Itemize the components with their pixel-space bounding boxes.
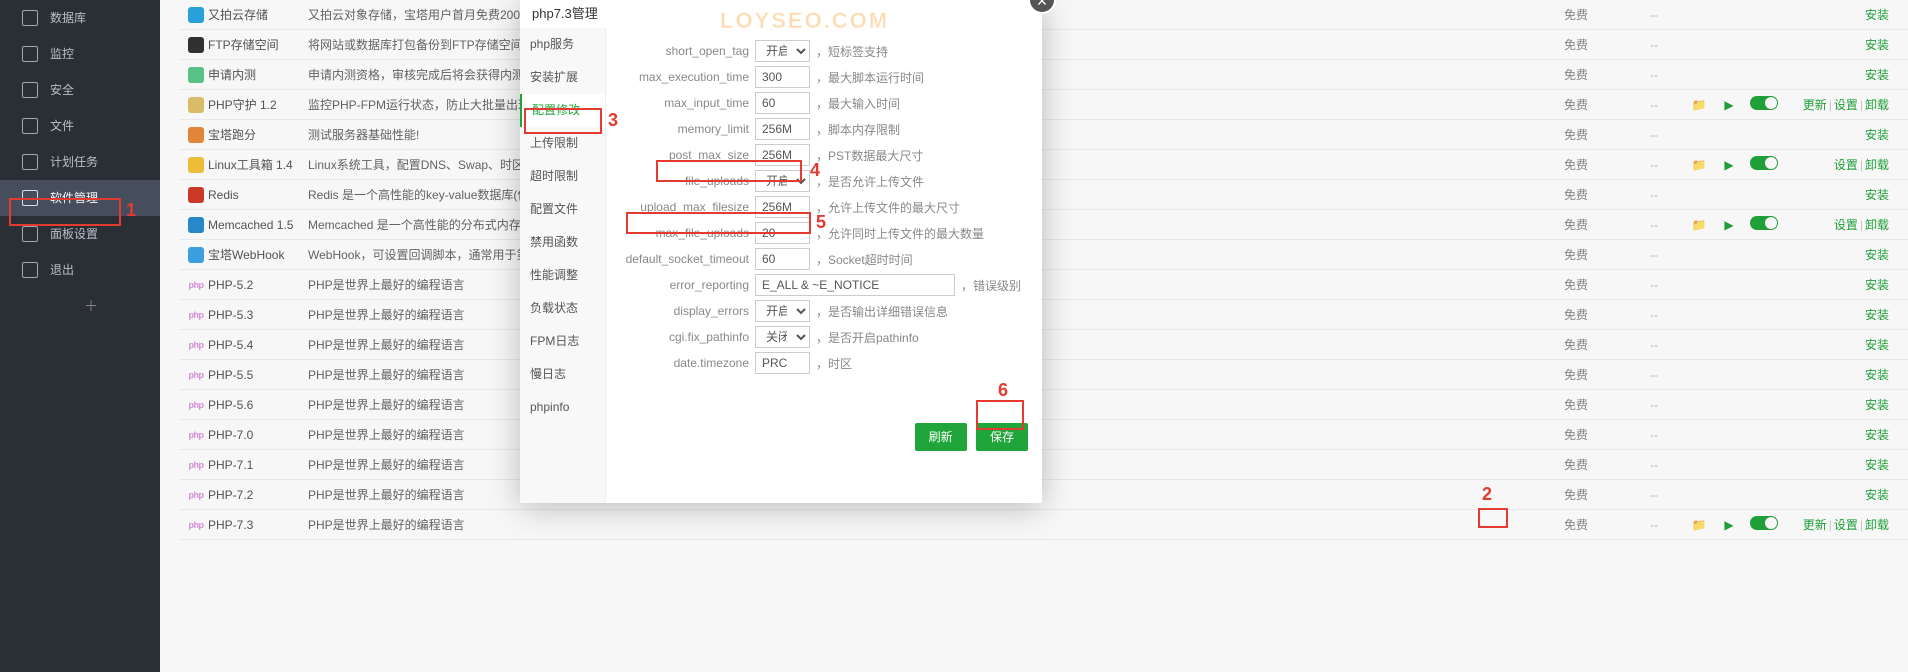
anno-6: 6 bbox=[998, 380, 1008, 401]
form-label: max_execution_time bbox=[620, 70, 755, 84]
form-hint: ，PST数据最大尺寸 bbox=[816, 147, 923, 164]
input-max_file_uploads[interactable] bbox=[755, 222, 810, 244]
form-hint: ，允许同时上传文件的最大数量 bbox=[816, 225, 984, 242]
form-label: cgi.fix_pathinfo bbox=[620, 330, 755, 344]
modal-tab-8[interactable]: 负载状态 bbox=[520, 292, 605, 325]
form-hint: ，短标签支持 bbox=[816, 43, 888, 60]
modal-tab-1[interactable]: 安装扩展 bbox=[520, 61, 605, 94]
form-label: max_file_uploads bbox=[620, 226, 755, 240]
anno-4: 4 bbox=[810, 160, 820, 181]
form-label: upload_max_filesize bbox=[620, 200, 755, 214]
input-cgi.fix_pathinfo[interactable]: 关闭 bbox=[755, 326, 810, 348]
form-row: post_max_size ，PST数据最大尺寸 bbox=[620, 142, 1028, 168]
modal-tab-9[interactable]: FPM日志 bbox=[520, 325, 605, 358]
modal-tabs: php服务安装扩展配置修改上传限制超时限制配置文件禁用函数性能调整负载状态FPM… bbox=[520, 28, 606, 503]
form-hint: ，脚本内存限制 bbox=[816, 121, 900, 138]
modal-tab-11[interactable]: phpinfo bbox=[520, 391, 605, 424]
input-short_open_tag[interactable]: 开启 bbox=[755, 40, 810, 62]
form-label: memory_limit bbox=[620, 122, 755, 136]
modal-tab-0[interactable]: php服务 bbox=[520, 28, 605, 61]
form-row: file_uploads开启 ，是否允许上传文件 bbox=[620, 168, 1028, 194]
form-hint: ，最大脚本运行时间 bbox=[816, 69, 924, 86]
modal-tab-4[interactable]: 超时限制 bbox=[520, 160, 605, 193]
form-label: error_reporting bbox=[620, 278, 755, 292]
modal-tab-10[interactable]: 慢日志 bbox=[520, 358, 605, 391]
anno-5: 5 bbox=[816, 212, 826, 233]
form-row: memory_limit ，脚本内存限制 bbox=[620, 116, 1028, 142]
form-hint: ，Socket超时时间 bbox=[816, 251, 913, 268]
form-label: file_uploads bbox=[620, 174, 755, 188]
modal-tab-5[interactable]: 配置文件 bbox=[520, 193, 605, 226]
input-max_input_time[interactable] bbox=[755, 92, 810, 114]
input-display_errors[interactable]: 开启 bbox=[755, 300, 810, 322]
form-row: max_execution_time ，最大脚本运行时间 bbox=[620, 64, 1028, 90]
form-row: short_open_tag开启 ，短标签支持 bbox=[620, 38, 1028, 64]
modal-tab-2[interactable]: 配置修改 bbox=[520, 94, 605, 127]
modal-tab-6[interactable]: 禁用函数 bbox=[520, 226, 605, 259]
input-error_reporting[interactable] bbox=[755, 274, 955, 296]
anno-1: 1 bbox=[126, 200, 136, 221]
form-hint: ，时区 bbox=[816, 355, 852, 372]
input-file_uploads[interactable]: 开启 bbox=[755, 170, 810, 192]
form-row: error_reporting ，错误级别 bbox=[620, 272, 1028, 298]
modal-tab-3[interactable]: 上传限制 bbox=[520, 127, 605, 160]
form-hint: ，允许上传文件的最大尺寸 bbox=[816, 199, 960, 216]
form-label: short_open_tag bbox=[620, 44, 755, 58]
form-label: max_input_time bbox=[620, 96, 755, 110]
form-row: default_socket_timeout ，Socket超时时间 bbox=[620, 246, 1028, 272]
form-hint: ，是否开启pathinfo bbox=[816, 329, 919, 346]
form-hint: ，是否允许上传文件 bbox=[816, 173, 924, 190]
modal-tab-7[interactable]: 性能调整 bbox=[520, 259, 605, 292]
form-hint: ，是否输出详细错误信息 bbox=[816, 303, 948, 320]
input-post_max_size[interactable] bbox=[755, 144, 810, 166]
form-hint: ，最大输入时间 bbox=[816, 95, 900, 112]
form-row: cgi.fix_pathinfo关闭 ，是否开启pathinfo bbox=[620, 324, 1028, 350]
form-label: default_socket_timeout bbox=[620, 252, 755, 266]
anno-2: 2 bbox=[1482, 484, 1492, 505]
anno-3: 3 bbox=[608, 110, 618, 131]
php-manage-modal: × php7.3管理 php服务安装扩展配置修改上传限制超时限制配置文件禁用函数… bbox=[520, 0, 1042, 503]
form-label: date.timezone bbox=[620, 356, 755, 370]
input-upload_max_filesize[interactable] bbox=[755, 196, 810, 218]
form-label: post_max_size bbox=[620, 148, 755, 162]
form-row: date.timezone ，时区 bbox=[620, 350, 1028, 376]
input-memory_limit[interactable] bbox=[755, 118, 810, 140]
refresh-button[interactable]: 刷新 bbox=[915, 423, 967, 451]
form-hint: ，错误级别 bbox=[961, 277, 1021, 294]
input-default_socket_timeout[interactable] bbox=[755, 248, 810, 270]
form-row: max_input_time ，最大输入时间 bbox=[620, 90, 1028, 116]
input-date.timezone[interactable] bbox=[755, 352, 810, 374]
input-max_execution_time[interactable] bbox=[755, 66, 810, 88]
save-button[interactable]: 保存 bbox=[976, 423, 1028, 451]
modal-content: short_open_tag开启，短标签支持max_execution_time… bbox=[606, 28, 1042, 503]
form-label: display_errors bbox=[620, 304, 755, 318]
form-row: display_errors开启 ，是否输出详细错误信息 bbox=[620, 298, 1028, 324]
watermark: LOYSEO.COM bbox=[720, 8, 889, 34]
